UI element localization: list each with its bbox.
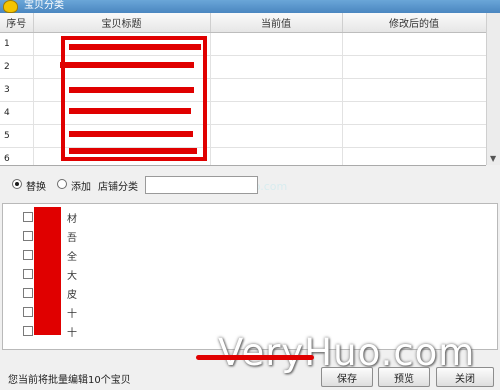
column-header-title[interactable]: 宝贝标题	[33, 13, 211, 33]
table-row[interactable]: 5	[0, 124, 486, 148]
row-title	[33, 147, 211, 165]
category-checkbox[interactable]	[23, 307, 33, 317]
row-current	[210, 55, 343, 79]
category-checkbox[interactable]	[23, 269, 33, 279]
table-row[interactable]: 3	[0, 78, 486, 102]
close-button[interactable]: 关闭	[436, 367, 494, 387]
category-list[interactable]: 材 吾 全 大 皮 十 十	[2, 203, 498, 350]
title-bar: 宝贝分类	[0, 0, 500, 13]
row-modified	[342, 78, 486, 102]
category-checkbox[interactable]	[23, 231, 33, 241]
row-title	[33, 124, 211, 148]
add-radio[interactable]	[57, 179, 67, 189]
grid-scrollbar[interactable]: ▼	[486, 13, 500, 165]
row-modified	[342, 101, 486, 125]
app-logo-icon	[3, 0, 18, 13]
shop-category-input[interactable]	[145, 176, 258, 194]
add-label[interactable]: 添加	[71, 178, 91, 193]
row-index: 1	[0, 32, 34, 56]
row-index: 6	[0, 147, 34, 165]
column-header-current[interactable]: 当前值	[210, 13, 343, 33]
row-current	[210, 101, 343, 125]
row-modified	[342, 124, 486, 148]
row-title	[33, 55, 211, 79]
row-index: 2	[0, 55, 34, 79]
column-header-modified[interactable]: 修改后的值	[342, 13, 486, 33]
category-label: 十	[67, 309, 77, 320]
item-grid: 序号 宝贝标题 当前值 修改后的值 1 2 3 4 5 6	[0, 13, 486, 166]
category-checkbox[interactable]	[23, 326, 33, 336]
row-modified	[342, 55, 486, 79]
status-text: 您当前将批量编辑10个宝贝	[8, 375, 131, 386]
row-index: 3	[0, 78, 34, 102]
row-title	[33, 78, 211, 102]
category-label: 全	[67, 252, 77, 263]
category-label: 材	[67, 214, 77, 225]
row-current	[210, 147, 343, 165]
preview-button[interactable]: 预览	[378, 367, 430, 387]
category-checkbox[interactable]	[23, 212, 33, 222]
table-row[interactable]: 4	[0, 101, 486, 125]
row-title	[33, 32, 211, 56]
mode-bar: 替换 添加 店铺分类	[0, 173, 500, 197]
row-title	[33, 101, 211, 125]
table-row[interactable]: 2	[0, 55, 486, 79]
category-checkbox[interactable]	[23, 288, 33, 298]
category-label: 十	[67, 328, 77, 339]
watermark-swoosh	[196, 355, 314, 360]
row-modified	[342, 147, 486, 165]
category-checkbox[interactable]	[23, 250, 33, 260]
row-current	[210, 78, 343, 102]
window-title: 宝贝分类	[24, 0, 64, 11]
scroll-down-icon[interactable]: ▼	[490, 154, 496, 163]
column-header-index[interactable]: 序号	[0, 13, 34, 33]
category-label: 吾	[67, 233, 77, 244]
shop-category-label: 店铺分类	[98, 182, 138, 193]
replace-radio[interactable]	[12, 179, 22, 189]
table-row[interactable]: 1	[0, 32, 486, 56]
row-current	[210, 124, 343, 148]
save-button[interactable]: 保存	[321, 367, 373, 387]
replace-label[interactable]: 替换	[26, 178, 46, 193]
row-index: 4	[0, 101, 34, 125]
row-current	[210, 32, 343, 56]
category-label: 大	[67, 271, 77, 282]
row-modified	[342, 32, 486, 56]
table-row[interactable]: 6	[0, 147, 486, 165]
category-label: 皮	[67, 290, 77, 301]
row-index: 5	[0, 124, 34, 148]
